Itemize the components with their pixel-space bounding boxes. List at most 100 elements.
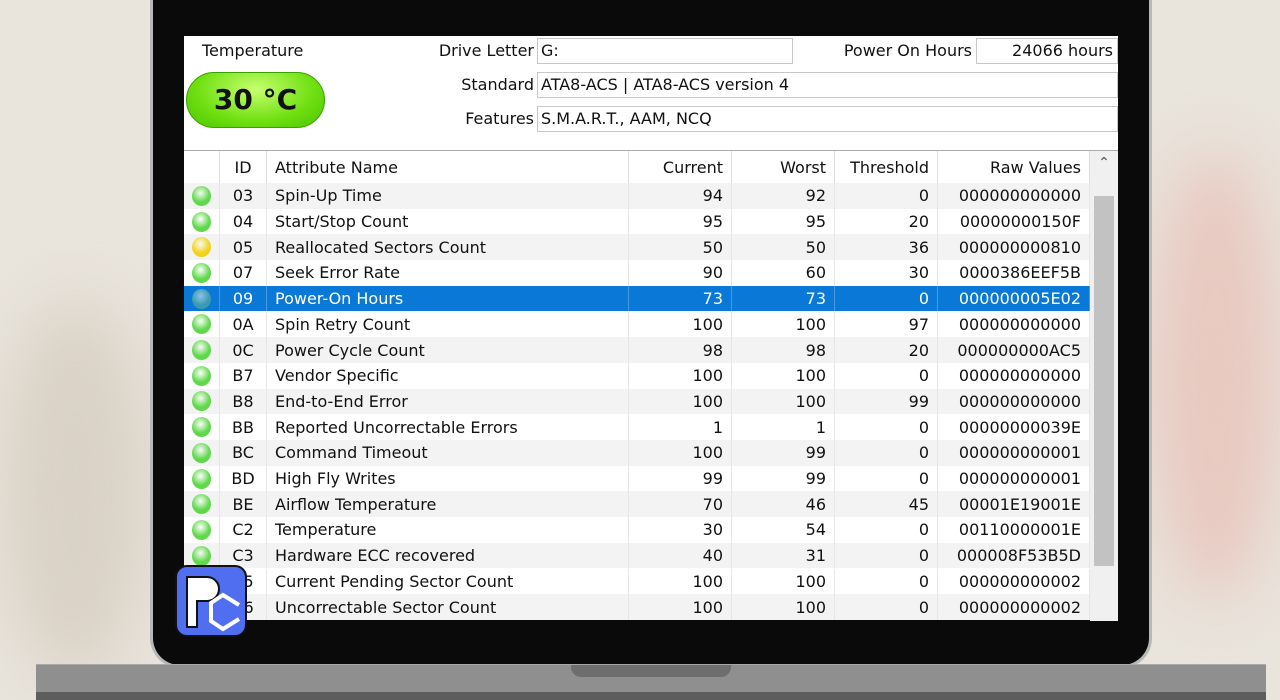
column-header-status[interactable]	[184, 151, 220, 183]
current-value: 40	[629, 542, 732, 569]
table-row[interactable]: BC Command Timeout 100 99 0 000000000001	[184, 440, 1090, 466]
attribute-name: High Fly Writes	[267, 465, 629, 492]
worst-value: 31	[732, 542, 835, 569]
raw-value: 00000000150F	[938, 208, 1090, 235]
attribute-id: B7	[220, 362, 267, 389]
raw-value: 000000000001	[938, 465, 1090, 492]
table-row[interactable]: C3 Hardware ECC recovered 40 31 0 000008F53B5…	[184, 542, 1090, 569]
current-value: 1	[629, 414, 732, 440]
table-row[interactable]: B8 End-to-End Error 100 100 99 000000000000	[184, 388, 1090, 415]
threshold-value: 0	[835, 594, 938, 620]
worst-value: 99	[732, 440, 835, 466]
worst-value: 60	[732, 260, 835, 286]
current-value: 99	[629, 465, 732, 492]
table-row[interactable]: BB Reported Uncorrectable Errors 1 1 0 000000…	[184, 414, 1090, 440]
worst-value: 100	[732, 594, 835, 620]
column-header-attribute-name[interactable]: Attribute Name	[267, 151, 629, 183]
raw-value: 000000000002	[938, 568, 1090, 595]
vertical-scrollbar[interactable]: ⌃	[1090, 151, 1118, 621]
status-cell	[184, 465, 220, 492]
status-good-icon	[192, 442, 211, 463]
threshold-value: 0	[835, 414, 938, 440]
worst-value: 99	[732, 465, 835, 492]
table-row[interactable]: 0C Power Cycle Count 98 98 20 000000000AC5	[184, 337, 1090, 363]
scrollbar-thumb[interactable]	[1094, 196, 1114, 566]
worst-value: 54	[732, 517, 835, 543]
attribute-name: End-to-End Error	[267, 388, 629, 415]
attribute-id: 0A	[220, 311, 267, 338]
status-good-icon	[192, 314, 211, 335]
table-row[interactable]: B7 Vendor Specific 100 100 0 000000000000	[184, 362, 1090, 389]
status-cell	[184, 414, 220, 440]
current-value: 73	[629, 285, 732, 312]
column-header-id[interactable]: ID	[220, 151, 267, 183]
raw-value: 00000000039E	[938, 414, 1090, 440]
attribute-name: Power-On Hours	[267, 285, 629, 312]
worst-value: 100	[732, 311, 835, 338]
worst-value: 46	[732, 491, 835, 518]
table-row[interactable]: C5Current Pending Sector Count1001000000…	[184, 568, 1090, 595]
current-value: 90	[629, 260, 732, 286]
threshold-value: 99	[835, 388, 938, 415]
table-header: ID Attribute Name Current Worst Threshol…	[184, 151, 1090, 183]
drive-letter-field: G:	[537, 38, 793, 64]
drive-letter-label: Drive Letter	[438, 41, 534, 60]
scroll-up-icon[interactable]: ⌃	[1090, 155, 1118, 171]
status-cell	[184, 208, 220, 235]
table-row[interactable]: 0A Spin Retry Count 100 100 97 000000000000	[184, 311, 1090, 338]
column-header-current[interactable]: Current	[629, 151, 732, 183]
status-selected-icon	[192, 288, 211, 309]
pc-logo-watermark	[175, 565, 247, 637]
background-shape	[0, 300, 150, 680]
features-field: S.M.A.R.T., AAM, NCQ	[537, 106, 1118, 132]
table-row[interactable]: C6Uncorrectable Sector Count100100000000…	[184, 594, 1090, 620]
column-header-worst[interactable]: Worst	[732, 151, 835, 183]
worst-value: 100	[732, 568, 835, 595]
table-row[interactable]: BE Airflow Temperature 70 46 45 00001E19001E	[184, 491, 1090, 518]
raw-value: 000000000001	[938, 440, 1090, 466]
worst-value: 73	[732, 285, 835, 312]
attribute-id: 07	[220, 260, 267, 286]
attribute-id: BD	[220, 465, 267, 492]
drive-info-panel: Temperature 30 °C Drive Letter G: Power …	[184, 36, 1118, 146]
current-value: 100	[629, 311, 732, 338]
status-cell	[184, 311, 220, 338]
status-cell	[184, 285, 220, 312]
status-good-icon	[192, 340, 211, 361]
column-header-raw-values[interactable]: Raw Values	[938, 151, 1090, 183]
current-value: 70	[629, 491, 732, 518]
raw-value: 0000386EEF5B	[938, 260, 1090, 286]
attribute-name: Airflow Temperature	[267, 491, 629, 518]
table-row[interactable]: 03 Spin-Up Time 94 92 0 000000000000	[184, 183, 1090, 209]
attribute-id: 04	[220, 208, 267, 235]
attribute-name: Hardware ECC recovered	[267, 542, 629, 569]
threshold-value: 36	[835, 234, 938, 261]
raw-value: 000000000002	[938, 594, 1090, 620]
table-row[interactable]: C2 Temperature 30 54 0 00110000001E	[184, 517, 1090, 543]
temperature-badge: 30 °C	[186, 72, 325, 128]
raw-value: 000000000000	[938, 311, 1090, 338]
status-cell	[184, 491, 220, 518]
attribute-name: Reallocated Sectors Count	[267, 234, 629, 261]
current-value: 100	[629, 568, 732, 595]
threshold-value: 0	[835, 362, 938, 389]
column-header-threshold[interactable]: Threshold	[835, 151, 938, 183]
table-row[interactable]: BD High Fly Writes 99 99 0 000000000001	[184, 465, 1090, 492]
attribute-id: 03	[220, 183, 267, 209]
table-row[interactable]: 09 Power-On Hours 73 73 0 000000005E02	[184, 285, 1090, 312]
standard-label: Standard	[461, 75, 534, 94]
table-row[interactable]: 07 Seek Error Rate 90 60 30 0000386EEF5B	[184, 260, 1090, 286]
attribute-id: BE	[220, 491, 267, 518]
table-row[interactable]: 04 Start/Stop Count 95 95 20 00000000150F	[184, 208, 1090, 235]
current-value: 94	[629, 183, 732, 209]
current-value: 50	[629, 234, 732, 261]
threshold-value: 20	[835, 337, 938, 363]
raw-value: 000000000AC5	[938, 337, 1090, 363]
table-row[interactable]: 05 Reallocated Sectors Count 50 50 36 0000000…	[184, 234, 1090, 261]
attribute-name: Spin-Up Time	[267, 183, 629, 209]
status-cell	[184, 388, 220, 415]
threshold-value: 20	[835, 208, 938, 235]
status-caution-icon	[192, 237, 211, 258]
current-value: 100	[629, 362, 732, 389]
attribute-name: Command Timeout	[267, 440, 629, 466]
